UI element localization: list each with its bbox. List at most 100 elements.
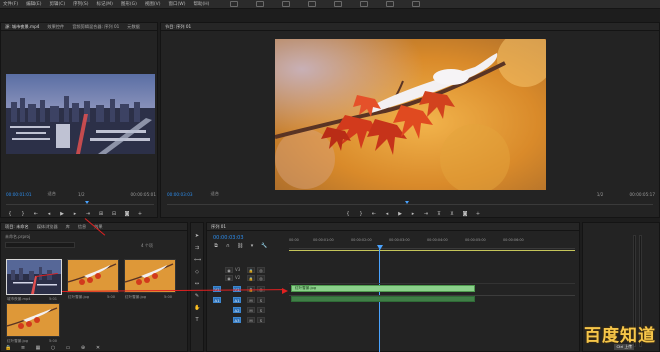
mark-in-icon[interactable]: { bbox=[7, 211, 13, 217]
track-select-tool-icon[interactable]: ⇉ bbox=[194, 245, 200, 251]
menu-clip[interactable]: 剪辑(C) bbox=[49, 1, 65, 7]
lock-icon[interactable]: 🔒 bbox=[5, 345, 11, 351]
v3-lock[interactable]: 🔒 bbox=[247, 267, 255, 273]
trash-icon[interactable]: ✕ bbox=[95, 345, 101, 351]
a2-solo[interactable]: S bbox=[257, 307, 265, 313]
workspace-4-icon[interactable] bbox=[308, 1, 316, 7]
timeline-settings-icon[interactable]: 🔧 bbox=[261, 243, 267, 249]
project-clip-leaves-2[interactable] bbox=[124, 259, 176, 293]
hand-tool-icon[interactable]: ✋ bbox=[194, 305, 200, 311]
a1-solo[interactable]: S bbox=[257, 297, 265, 303]
type-tool-icon[interactable]: T bbox=[194, 317, 200, 323]
program-step-back-icon[interactable]: ◂ bbox=[384, 211, 390, 217]
source-page[interactable]: 1/2 bbox=[78, 192, 85, 197]
workspace-7-icon[interactable] bbox=[386, 1, 394, 7]
source-timecode-in[interactable]: 00:00:01:01 bbox=[6, 192, 32, 197]
workspace-5-icon[interactable] bbox=[334, 1, 342, 7]
add-button-icon[interactable]: + bbox=[137, 211, 143, 217]
workspace-6-icon[interactable] bbox=[360, 1, 368, 7]
go-to-in-icon[interactable]: ⇤ bbox=[33, 211, 39, 217]
tab-sequence[interactable]: 序列 01 bbox=[211, 224, 226, 230]
timeline-playhead-head[interactable] bbox=[377, 245, 383, 250]
v2-lock[interactable]: 🔒 bbox=[247, 275, 255, 281]
timeline-ruler[interactable]: 00:00 00:00:01:00 00:00:02:00 00:00:03:0… bbox=[289, 237, 575, 249]
a3-mute[interactable]: M bbox=[247, 317, 255, 323]
program-ruler[interactable] bbox=[167, 201, 653, 205]
linked-selection-icon[interactable]: ⛓ bbox=[237, 243, 243, 249]
workspace-3-icon[interactable] bbox=[282, 1, 290, 7]
menu-sequence[interactable]: 序列(S) bbox=[73, 1, 88, 7]
v2-eye[interactable]: ◎ bbox=[257, 275, 265, 281]
workspace-1-icon[interactable] bbox=[230, 1, 238, 7]
project-clip-city[interactable] bbox=[6, 259, 62, 295]
play-icon[interactable]: ▶ bbox=[59, 211, 65, 217]
program-add-button-icon[interactable]: + bbox=[475, 211, 481, 217]
tab-media-browser[interactable]: 媒体浏览器 bbox=[37, 224, 58, 230]
tab-libraries[interactable]: 库 bbox=[66, 224, 70, 230]
a1-source-patch[interactable]: A1 bbox=[213, 297, 221, 303]
add-marker-icon[interactable]: ▾ bbox=[249, 243, 255, 249]
program-playhead[interactable] bbox=[405, 201, 409, 204]
mark-out-icon[interactable]: } bbox=[20, 211, 26, 217]
timeline-timecode[interactable]: 00:00:03:03 bbox=[213, 235, 244, 241]
insert-icon[interactable]: ⊞ bbox=[98, 211, 104, 217]
v3-toggle-output[interactable]: ◉ bbox=[225, 267, 233, 273]
icon-view-icon[interactable]: ▦ bbox=[35, 345, 41, 351]
tab-metadata[interactable]: 元数据 bbox=[127, 24, 140, 30]
step-forward-icon[interactable]: ▸ bbox=[72, 211, 78, 217]
tab-audio-mixer[interactable]: 音频剪辑混合器: 序列 01 bbox=[72, 24, 119, 30]
v2-toggle-output[interactable]: ◉ bbox=[225, 275, 233, 281]
a3-solo[interactable]: S bbox=[257, 317, 265, 323]
program-step-forward-icon[interactable]: ▸ bbox=[410, 211, 416, 217]
go-to-out-icon[interactable]: ⇥ bbox=[85, 211, 91, 217]
program-go-to-in-icon[interactable]: ⇤ bbox=[371, 211, 377, 217]
menu-graphics[interactable]: 图形(G) bbox=[121, 1, 137, 7]
workspace-8-icon[interactable] bbox=[412, 1, 420, 7]
timeline-clip-a1[interactable] bbox=[291, 296, 475, 302]
list-view-icon[interactable]: ≡ bbox=[20, 345, 26, 351]
work-area-bar[interactable] bbox=[289, 250, 575, 251]
project-clip-leaves-1[interactable] bbox=[67, 259, 119, 293]
snap-icon[interactable]: ∩ bbox=[225, 243, 231, 249]
menu-marker[interactable]: 标记(M) bbox=[97, 1, 113, 7]
source-fit-select[interactable]: 适合 bbox=[48, 191, 56, 197]
razor-tool-icon[interactable]: ◇ bbox=[194, 269, 200, 275]
a1-mute[interactable]: M bbox=[247, 297, 255, 303]
source-playhead[interactable] bbox=[85, 201, 89, 204]
v3-eye[interactable]: ◎ bbox=[257, 267, 265, 273]
overwrite-icon[interactable]: ⊟ bbox=[111, 211, 117, 217]
a2-target[interactable]: A2 bbox=[233, 307, 241, 313]
nest-icon[interactable]: ⧉ bbox=[213, 243, 219, 249]
tab-project[interactable]: 项目: 未命名 bbox=[5, 224, 29, 230]
program-mark-in-icon[interactable]: { bbox=[345, 211, 351, 217]
program-play-icon[interactable]: ▶ bbox=[397, 211, 403, 217]
workspace-2-icon[interactable] bbox=[256, 1, 264, 7]
a2-mute[interactable]: M bbox=[247, 307, 255, 313]
a3-target[interactable]: A3 bbox=[233, 317, 241, 323]
menu-edit[interactable]: 编辑(E) bbox=[26, 1, 41, 7]
menu-help[interactable]: 帮助(H) bbox=[193, 1, 209, 7]
program-mark-out-icon[interactable]: } bbox=[358, 211, 364, 217]
step-back-icon[interactable]: ◂ bbox=[46, 211, 52, 217]
project-search-field[interactable] bbox=[5, 242, 75, 248]
selection-tool-icon[interactable]: ➤ bbox=[194, 233, 200, 239]
slip-tool-icon[interactable]: ↔ bbox=[194, 281, 200, 287]
lift-icon[interactable]: ⊼ bbox=[436, 211, 442, 217]
menu-file[interactable]: 文件(F) bbox=[3, 1, 18, 7]
project-clip-leaves-3[interactable] bbox=[6, 303, 60, 337]
tab-effect-controls[interactable]: 效果控件 bbox=[47, 24, 64, 30]
tab-program[interactable]: 节目: 序列 01 bbox=[165, 24, 191, 30]
program-export-frame-icon[interactable]: ◙ bbox=[462, 211, 468, 217]
menu-window[interactable]: 窗口(W) bbox=[169, 1, 186, 7]
a1-target[interactable]: A1 bbox=[233, 297, 241, 303]
menu-view[interactable]: 视图(V) bbox=[145, 1, 161, 7]
new-item-icon[interactable]: ⊕ bbox=[80, 345, 86, 351]
pen-tool-icon[interactable]: ✎ bbox=[194, 293, 200, 299]
program-go-to-out-icon[interactable]: ⇥ bbox=[423, 211, 429, 217]
export-frame-icon[interactable]: ◙ bbox=[124, 211, 130, 217]
zoom-slider-icon[interactable]: ○ bbox=[50, 345, 56, 351]
tab-source[interactable]: 源: 城市夜景.mp4 bbox=[5, 24, 39, 30]
ripple-edit-tool-icon[interactable]: ⟺ bbox=[194, 257, 201, 263]
program-timecode-in[interactable]: 00:00:03:03 bbox=[167, 192, 193, 197]
extract-icon[interactable]: ⊻ bbox=[449, 211, 455, 217]
